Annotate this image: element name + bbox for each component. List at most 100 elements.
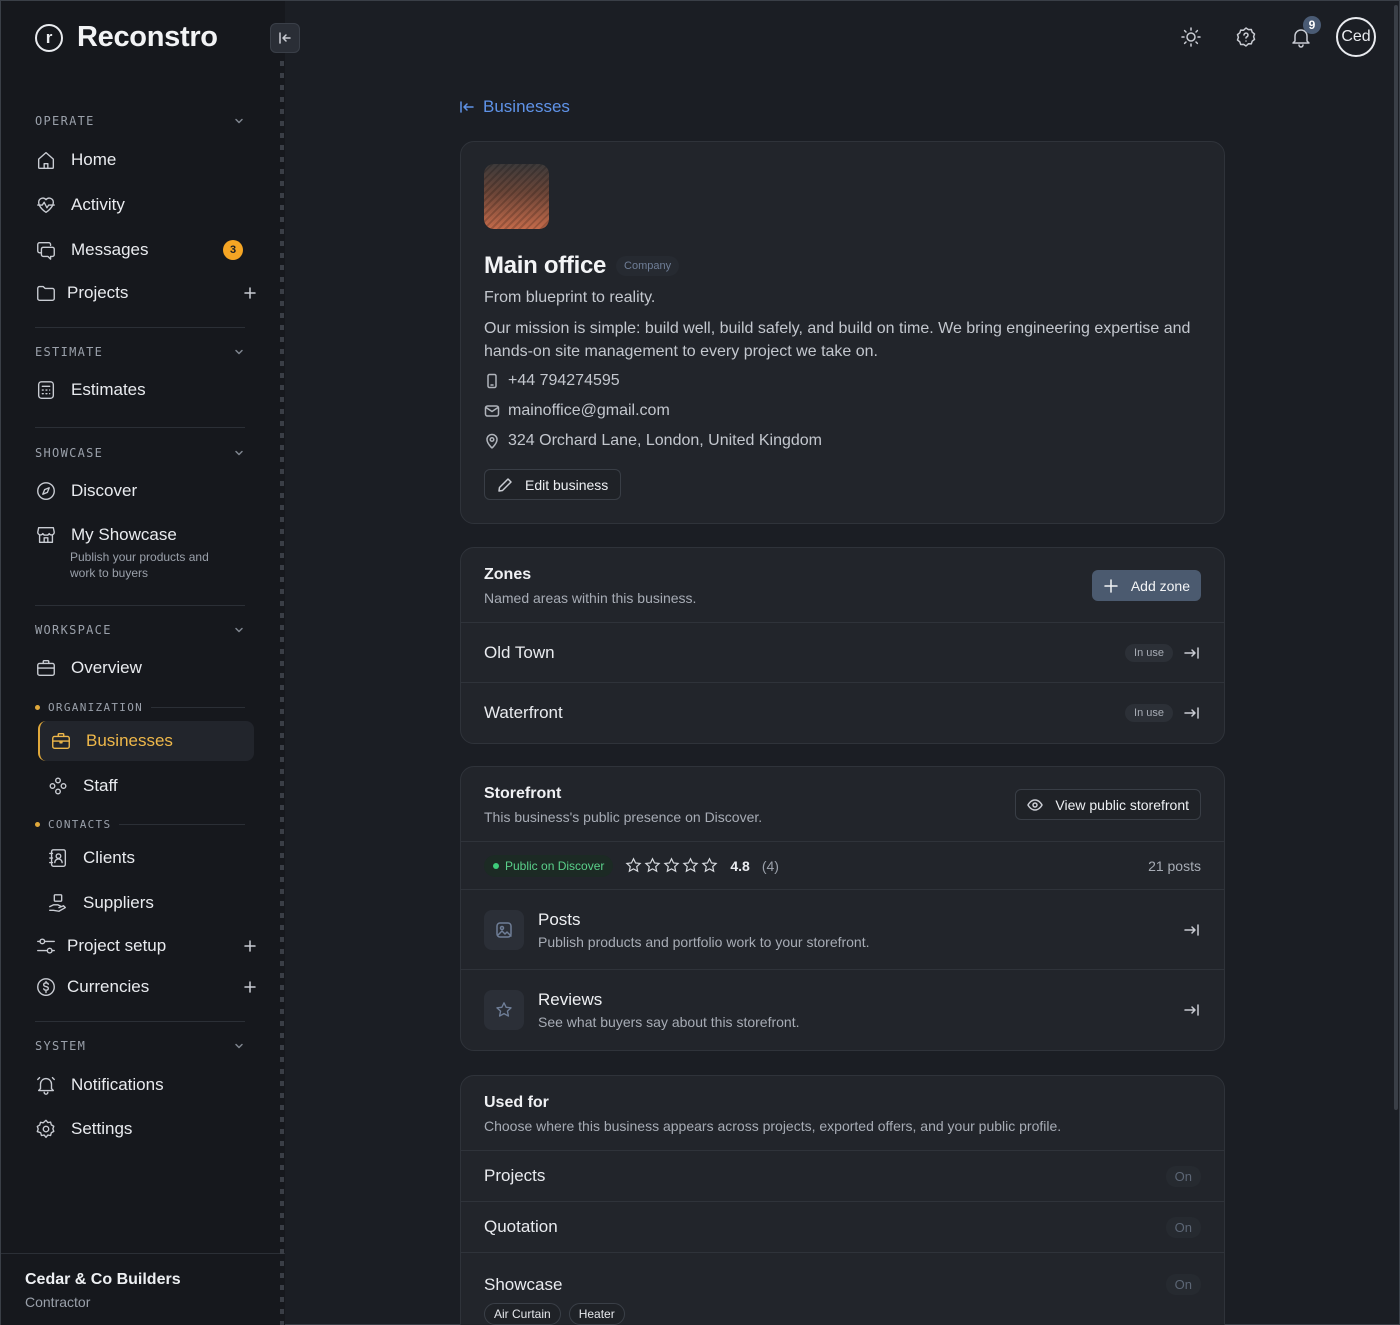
open-arrow-icon[interactable] (1183, 644, 1201, 662)
sidebar-item-notifications[interactable]: Notifications (35, 1074, 257, 1096)
category-chip[interactable]: Heater (568, 1303, 625, 1325)
sidebar-item-estimates[interactable]: Estimates (35, 379, 257, 401)
sidebar-item-label: Clients (83, 848, 135, 867)
business-type-badge: Company (616, 256, 680, 276)
edit-business-button[interactable]: Edit business (484, 469, 622, 500)
sidebar-item-settings[interactable]: Settings (35, 1118, 257, 1140)
zone-row[interactable]: Old Town In use (461, 623, 1224, 683)
reviews-row[interactable]: Reviews See what buyers say about this s… (461, 970, 1224, 1050)
supplier-icon (49, 894, 67, 912)
divider (35, 427, 245, 428)
sidebar-item-clients[interactable]: Clients (47, 847, 269, 869)
sidebar-item-suppliers[interactable]: Suppliers (47, 892, 269, 914)
zone-row[interactable]: Waterfront In use (461, 683, 1224, 743)
business-name: Main office (484, 252, 607, 279)
storefront-status-row: Public on Discover 4.8 (4) 21 posts (461, 842, 1224, 890)
add-zone-label: Add zone (1130, 577, 1190, 594)
sidebar-item-overview[interactable]: Overview (35, 657, 257, 679)
category-chip[interactable]: Air Curtain (484, 1303, 561, 1325)
business-address: 324 Orchard Lane, London, United Kingdom (484, 432, 822, 450)
plus-icon[interactable] (243, 939, 257, 953)
open-arrow-icon[interactable] (1183, 921, 1201, 939)
bullet-dot (35, 705, 40, 710)
zone-status-badge: In use (1125, 704, 1173, 722)
sidebar-item-project-setup[interactable]: Project setup (35, 935, 257, 957)
posts-row[interactable]: Posts Publish products and portfolio wor… (461, 890, 1224, 970)
sidebar-item-home[interactable]: Home (35, 149, 257, 171)
sidebar-item-label: Project setup (67, 936, 167, 955)
toggle-on[interactable]: On (1165, 1274, 1201, 1295)
toggle-on[interactable]: On (1165, 1216, 1201, 1238)
collapse-sidebar-button[interactable] (270, 23, 300, 53)
status-dot (493, 862, 499, 869)
business-title: Main office Company (484, 252, 680, 280)
storefront-title: Storefront (484, 785, 562, 802)
star-icon (625, 857, 642, 873)
plus-icon (1104, 578, 1118, 593)
sidebar-resize-handle[interactable] (280, 61, 284, 1325)
plus-icon[interactable] (243, 980, 257, 994)
sun-icon[interactable] (1179, 25, 1203, 49)
section-estimate-label: ESTIMATE (35, 345, 104, 359)
section-workspace[interactable]: WORKSPACE (35, 623, 245, 637)
notification-count-badge: 9 (1303, 16, 1321, 34)
star-icon (663, 857, 680, 873)
posts-subtitle: Publish products and portfolio work to y… (538, 933, 870, 950)
brand[interactable]: r Reconstro (35, 21, 218, 54)
messages-badge: 3 (223, 240, 243, 260)
used-for-label: Showcase (484, 1275, 563, 1294)
section-operate[interactable]: OPERATE (35, 114, 245, 128)
sidebar-item-messages[interactable]: Messages 3 (35, 239, 257, 261)
chevron-down-icon (235, 450, 243, 456)
add-zone-button[interactable]: Add zone (1091, 570, 1201, 601)
image-icon (496, 921, 512, 938)
section-system[interactable]: SYSTEM (35, 1039, 245, 1053)
phone-icon (487, 373, 497, 389)
sidebar-item-currencies[interactable]: Currencies (35, 976, 257, 998)
open-arrow-icon[interactable] (1183, 704, 1201, 722)
briefcase-icon (52, 732, 70, 750)
sidebar-item-label: Businesses (86, 731, 173, 750)
view-public-storefront-button[interactable]: View public storefront (1015, 789, 1201, 820)
used-for-row-quotation[interactable]: Quotation On (461, 1202, 1224, 1253)
used-for-header: Used for Choose where this business appe… (461, 1076, 1224, 1151)
sidebar-item-label: Overview (71, 658, 142, 677)
zone-name: Old Town (484, 642, 555, 662)
sidebar-item-discover[interactable]: Discover (35, 480, 257, 502)
avatar[interactable]: Ced (1336, 17, 1376, 57)
section-estimate[interactable]: ESTIMATE (35, 345, 245, 359)
section-workspace-label: WORKSPACE (35, 623, 112, 637)
zones-title: Zones (484, 566, 532, 583)
sidebar-item-projects[interactable]: Projects (35, 282, 257, 304)
open-arrow-icon[interactable] (1183, 1001, 1201, 1019)
pencil-icon (498, 477, 512, 492)
back-to-businesses-link[interactable]: Businesses (459, 97, 570, 117)
rating-value: 4.8 (730, 857, 750, 874)
sidebar-item-my-showcase[interactable]: My Showcase (35, 524, 257, 546)
sidebar-item-activity[interactable]: Activity (35, 194, 257, 216)
org-name[interactable]: Cedar & Co Builders (25, 1271, 181, 1289)
sidebar: r Reconstro OPERATE Home Activity Messag… (1, 1, 285, 1325)
sidebar-item-businesses[interactable]: Businesses (38, 721, 254, 761)
chevron-down-icon (235, 118, 243, 124)
divider (35, 327, 245, 328)
sidebar-item-label: My Showcase (71, 525, 177, 544)
org-role: Contractor (25, 1294, 91, 1310)
brand-logo: r (35, 23, 63, 52)
section-showcase[interactable]: SHOWCASE (35, 446, 245, 460)
sidebar-item-staff[interactable]: Staff (47, 775, 269, 797)
section-showcase-label: SHOWCASE (35, 446, 104, 460)
used-for-row-projects[interactable]: Projects On (461, 1151, 1224, 1202)
category-chips: Air Curtain Heater (461, 1299, 1224, 1325)
plus-icon[interactable] (243, 286, 257, 300)
used-for-row-showcase[interactable]: Showcase On (461, 1253, 1224, 1299)
toggle-on[interactable]: On (1165, 1165, 1201, 1187)
dollar-icon (37, 978, 55, 996)
rating-count: (4) (761, 857, 779, 874)
divider (35, 605, 245, 606)
location-pin-icon (486, 433, 498, 449)
help-icon[interactable] (1234, 25, 1258, 49)
sliders-icon (37, 938, 55, 954)
sidebar-item-label: Projects (67, 283, 129, 302)
scrollbar[interactable] (1394, 5, 1398, 1110)
